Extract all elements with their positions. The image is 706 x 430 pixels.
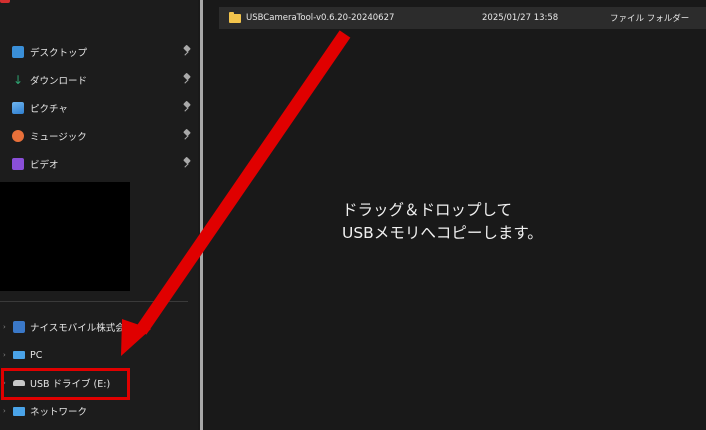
pin-icon[interactable] <box>183 74 191 84</box>
pictures-icon <box>12 102 24 114</box>
file-date: 2025/01/27 13:58 <box>482 13 559 23</box>
file-row[interactable]: USBCameraTool-v0.6.20-20240627 2025/01/2… <box>219 7 706 29</box>
sidebar-item-videos[interactable]: ビデオ <box>0 150 198 178</box>
sidebar-item-label: ナイスモバイル株式会社 <box>30 323 135 334</box>
music-icon <box>12 130 24 142</box>
chevron-right-icon[interactable]: › <box>3 351 11 359</box>
pin-icon[interactable] <box>183 158 191 168</box>
network-icon <box>13 406 25 416</box>
instruction-text: ドラッグ＆ドロップして USBメモリへコピーします。 <box>342 201 543 242</box>
videos-icon <box>12 158 24 170</box>
sidebar-item-pc[interactable]: › PC <box>0 341 198 369</box>
usb-drive-highlight <box>1 368 130 400</box>
sidebar-item-partial[interactable] <box>0 0 16 5</box>
quick-access-list: デスクトップ ↓ ダウンロード ピクチャ ミュージック ビデオ <box>0 38 198 178</box>
pane-splitter[interactable] <box>198 0 205 430</box>
app-icon <box>0 0 10 3</box>
redacted-area <box>0 182 130 291</box>
sidebar-item-label: PC <box>30 349 43 361</box>
pin-icon[interactable] <box>183 102 191 112</box>
file-type: ファイル フォルダー <box>610 14 690 24</box>
sidebar-item-label: ピクチャ <box>30 104 68 115</box>
pin-icon[interactable] <box>183 130 191 140</box>
file-name: USBCameraTool-v0.6.20-20240627 <box>246 13 395 23</box>
folder-icon <box>229 11 241 23</box>
pin-icon[interactable] <box>183 46 191 56</box>
sidebar-item-label: デスクトップ <box>30 48 88 59</box>
download-icon: ↓ <box>12 73 24 87</box>
sidebar-item-label: ダウンロード <box>30 76 88 87</box>
sidebar-item-desktop[interactable]: デスクトップ <box>0 38 198 66</box>
sidebar-item-company[interactable]: › ナイスモバイル株式会社 <box>0 313 198 341</box>
chevron-right-icon[interactable]: › <box>3 323 11 331</box>
pc-icon <box>13 351 25 359</box>
company-icon <box>13 321 25 333</box>
sidebar-item-label: ネットワーク <box>30 407 88 418</box>
navigation-pane: デスクトップ ↓ ダウンロード ピクチャ ミュージック ビデオ › ナイスモバイ… <box>0 0 198 430</box>
sidebar-item-label: ビデオ <box>30 160 59 171</box>
sidebar-item-pictures[interactable]: ピクチャ <box>0 94 198 122</box>
desktop-icon <box>12 46 24 58</box>
sidebar-item-label: ミュージック <box>30 132 87 143</box>
sidebar-divider <box>0 301 188 302</box>
chevron-right-icon[interactable]: › <box>3 407 11 415</box>
sidebar-item-music[interactable]: ミュージック <box>0 122 198 150</box>
sidebar-item-network[interactable]: › ネットワーク <box>0 397 198 425</box>
sidebar-item-downloads[interactable]: ↓ ダウンロード <box>0 66 198 94</box>
